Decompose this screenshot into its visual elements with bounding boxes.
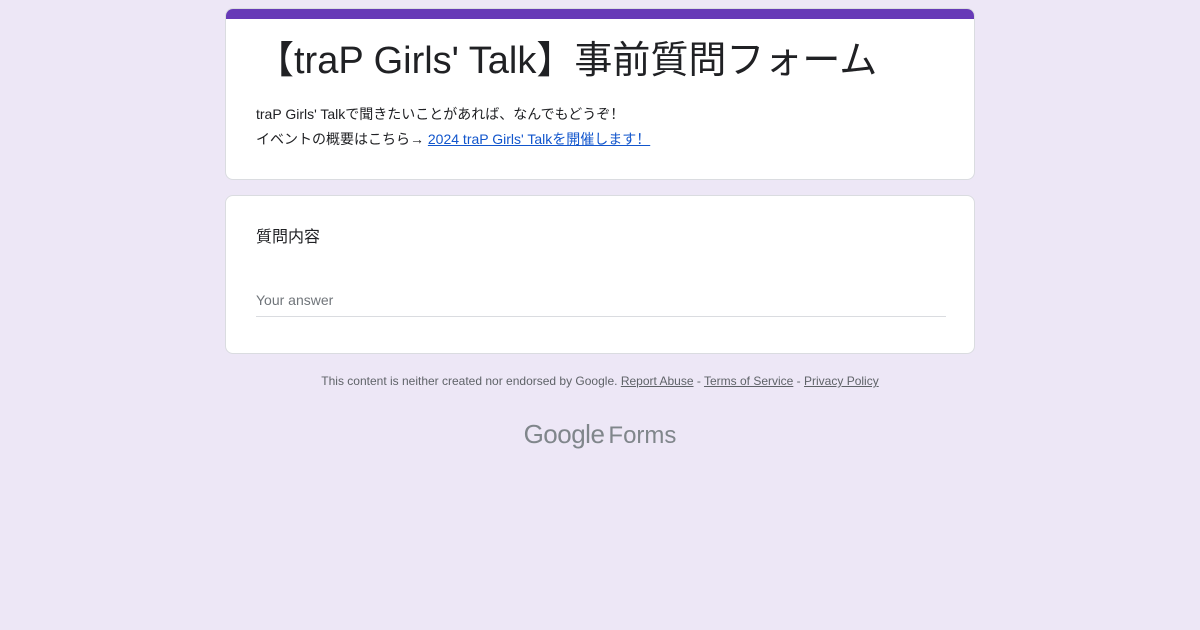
description-line-2: イベントの概要はこちら→ 2024 traP Girls' Talkを開催します… (256, 127, 650, 152)
form-title: 【traP Girls' Talk】事前質問フォーム (256, 40, 878, 82)
google-wordmark: Google (523, 419, 605, 449)
form-container: 【traP Girls' Talk】事前質問フォーム traP Girls' T… (225, 8, 975, 449)
privacy-policy-link[interactable]: Privacy Policy (804, 374, 879, 388)
terms-of-service-link[interactable]: Terms of Service (704, 374, 793, 388)
description-line-2-prefix: イベントの概要はこちら→ (256, 131, 428, 147)
footer-disclaimer: This content is neither created nor endo… (321, 374, 618, 388)
report-abuse-link[interactable]: Report Abuse (621, 374, 694, 388)
answer-input[interactable] (256, 284, 946, 317)
footer-separator: - (793, 374, 805, 388)
question-card: 質問内容 (225, 195, 975, 354)
footer-notice: This content is neither created nor endo… (225, 372, 975, 390)
description-line-1: traP Girls' Talkで聞きたいことがあれば、なんでもどうぞ！ (256, 106, 625, 122)
footer-separator: - (693, 374, 704, 388)
forms-wordmark: Forms (608, 422, 677, 449)
question-title: 質問内容 (256, 229, 321, 246)
event-overview-link[interactable]: 2024 traP Girls' Talkを開催します！ (428, 131, 650, 147)
google-forms-logo[interactable]: Google Forms (225, 418, 975, 452)
accent-bar (226, 9, 974, 19)
form-description: traP Girls' Talkで聞きたいことがあれば、なんでもどうぞ！ イベン… (256, 102, 650, 152)
form-header-card: 【traP Girls' Talk】事前質問フォーム traP Girls' T… (225, 8, 975, 180)
